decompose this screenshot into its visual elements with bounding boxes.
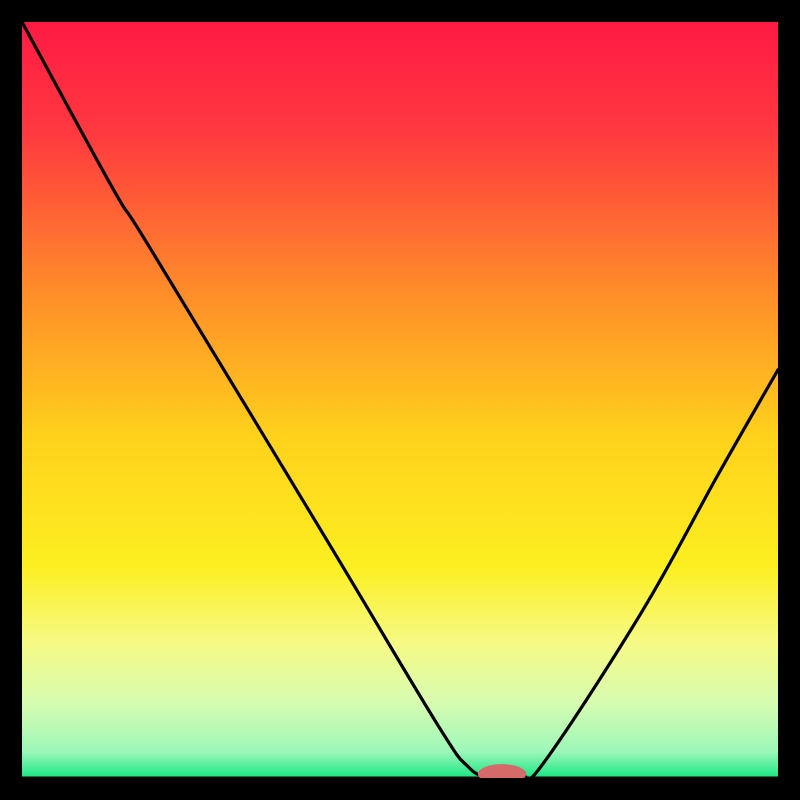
bottleneck-chart [22,22,778,778]
chart-frame: TheBottleneck.com [22,22,778,778]
